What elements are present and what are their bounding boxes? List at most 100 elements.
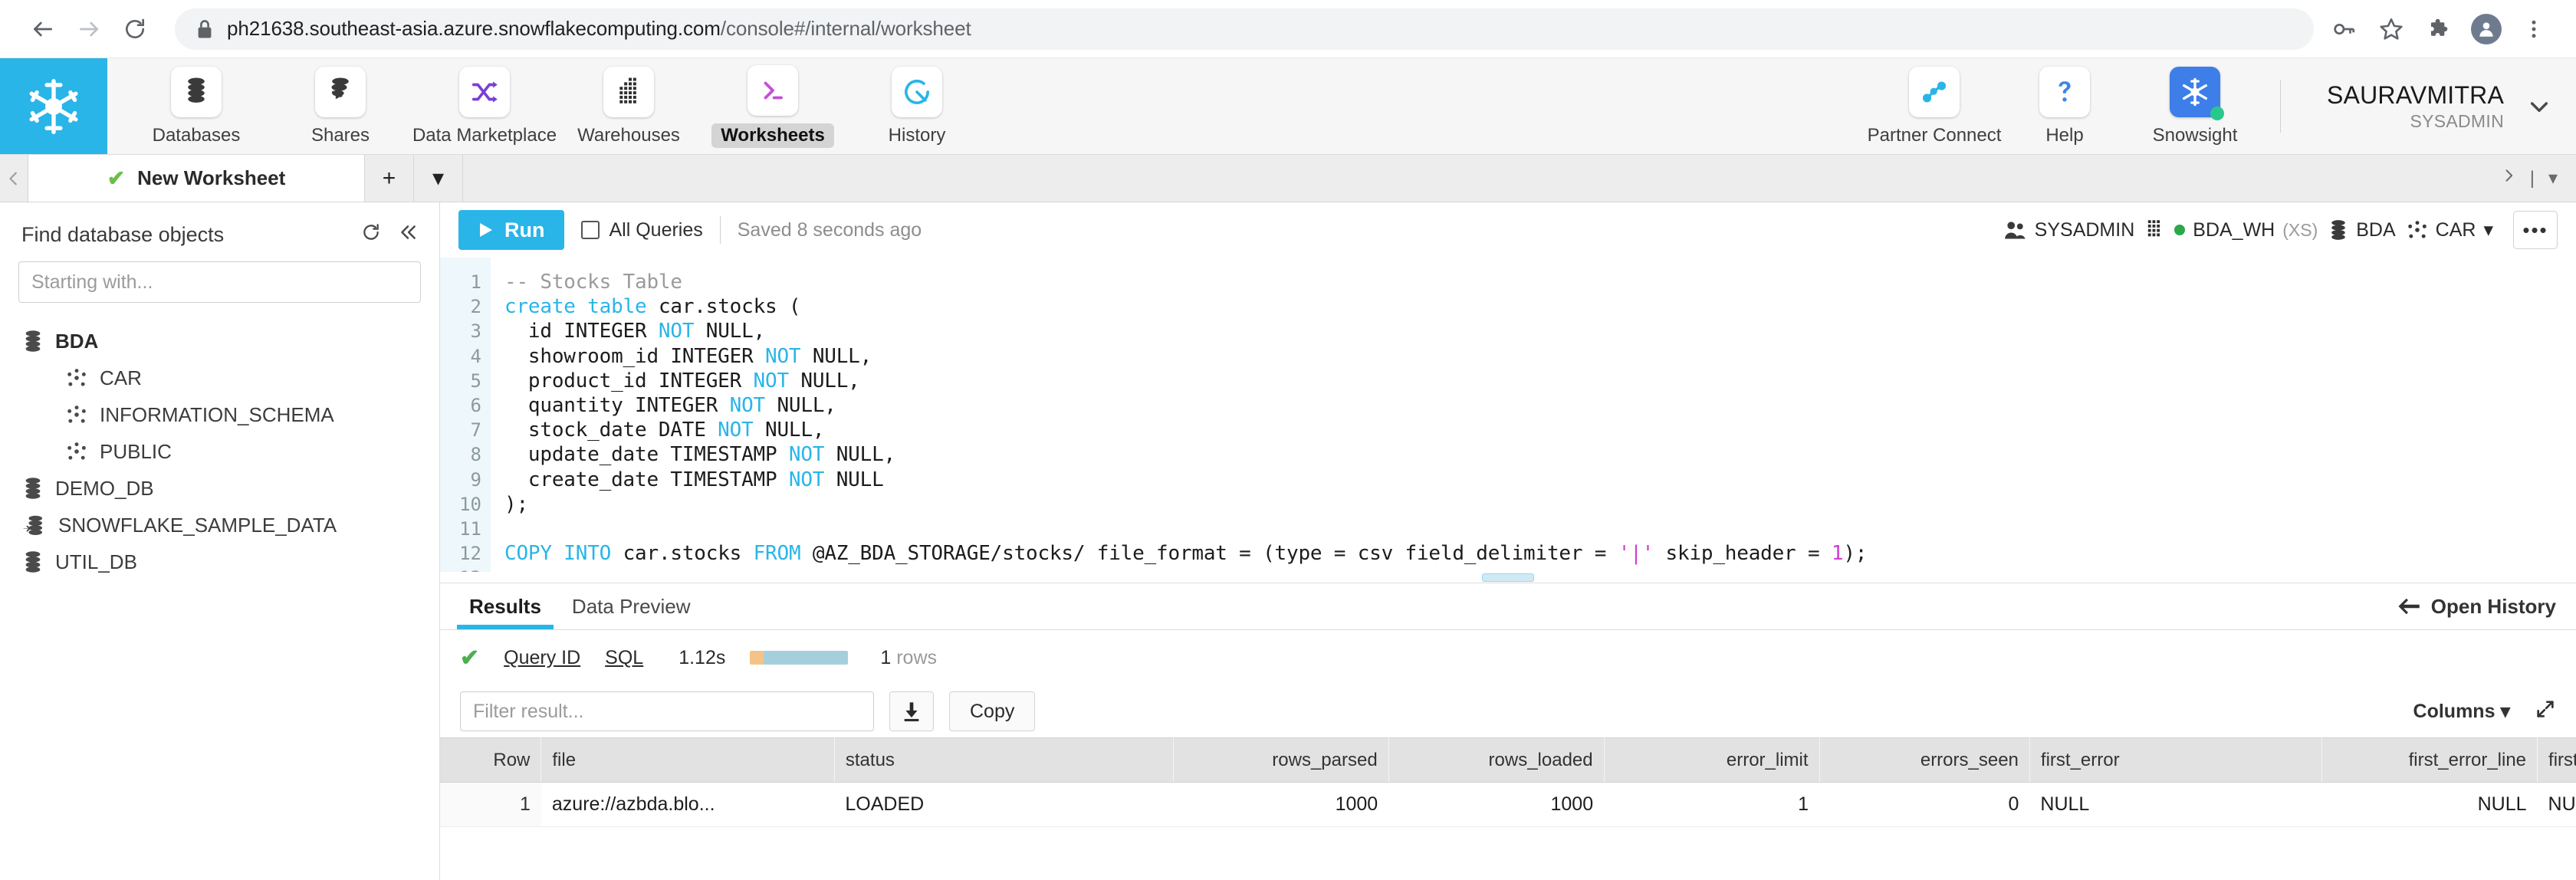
add-worksheet-button[interactable]: +	[365, 155, 414, 202]
editor-results-splitter[interactable]	[440, 572, 2576, 583]
role-selector[interactable]: SYSADMIN	[2004, 218, 2135, 241]
nav-item-history[interactable]: History	[845, 58, 989, 155]
warehouse-icon	[2148, 220, 2160, 237]
chrome-menu-button[interactable]	[2512, 7, 2556, 51]
forward-button[interactable]	[66, 6, 112, 52]
snowsight-icon	[2170, 66, 2225, 120]
nav-item-help[interactable]: Help	[1999, 58, 2130, 155]
cell-first-error-line: NULL	[2321, 782, 2538, 827]
reload-button[interactable]	[112, 6, 158, 52]
nav-item-snowsight[interactable]: Snowsight	[2130, 58, 2260, 155]
line-number: 9	[470, 468, 481, 491]
worksheet-tab-strip: ✔ New Worksheet + ▾ | ▾	[0, 155, 2576, 202]
open-history-button[interactable]: Open History	[2397, 595, 2556, 619]
line-number: 5	[470, 369, 481, 392]
tree-item-car[interactable]: CAR	[18, 360, 421, 396]
nav-item-data-marketplace[interactable]: Data Marketplace	[412, 58, 557, 155]
database-search-input[interactable]	[18, 261, 421, 303]
column-header-error-limit[interactable]: error_limit	[1604, 737, 1820, 783]
column-header-rows-parsed[interactable]: rows_parsed	[1173, 737, 1389, 783]
download-icon	[904, 702, 919, 721]
expand-results-button[interactable]	[2535, 698, 2556, 725]
browser-actions	[2321, 7, 2556, 51]
nav-label-worksheets: Worksheets	[711, 123, 834, 148]
tree-item-demo-db[interactable]: DEMO_DB	[18, 470, 421, 507]
column-header-first-error-line[interactable]: first_error_line	[2321, 737, 2538, 783]
column-header-errors-seen[interactable]: errors_seen	[1819, 737, 2030, 783]
profile-avatar-icon	[2471, 13, 2502, 44]
table-row[interactable]: 1 azure://azbda.blo... LOADED 1000 1000 1 0 NUL…	[440, 782, 2576, 827]
tree-item-information-schema[interactable]: INFORMATION_SCHEMA	[18, 396, 421, 433]
warehouse-size: (XS)	[2282, 219, 2318, 240]
play-icon	[480, 223, 492, 237]
nav-item-shares[interactable]: Shares	[268, 58, 412, 155]
tab-data-preview[interactable]: Data Preview	[557, 583, 706, 629]
nav-item-warehouses[interactable]: Warehouses	[557, 58, 701, 155]
role-value: SYSADMIN	[2034, 218, 2135, 241]
sidebar-header: Find database objects	[18, 218, 421, 248]
tab-strip-menu-button[interactable]: ▾	[2548, 167, 2558, 189]
tabs-scroll-left-button[interactable]	[0, 155, 28, 202]
back-button[interactable]	[20, 6, 66, 52]
sql-link[interactable]: SQL	[605, 647, 643, 669]
nav-item-partner-connect[interactable]: Partner Connect	[1868, 58, 2001, 155]
copy-results-button[interactable]: Copy	[949, 691, 1036, 731]
tree-item-util-db[interactable]: UTIL_DB	[18, 543, 421, 580]
schema-chevron-icon[interactable]: ▾	[2483, 218, 2493, 241]
table-header-row: Row file status rows_parsed rows_loaded error…	[440, 737, 2576, 783]
filter-result-input[interactable]	[460, 691, 874, 731]
forward-arrow-icon	[80, 21, 98, 36]
run-button-label: Run	[504, 218, 545, 241]
columns-dropdown-button[interactable]: Columns ▾	[2413, 700, 2510, 723]
run-button[interactable]: Run	[458, 210, 565, 250]
column-header-file[interactable]: file	[540, 737, 835, 783]
download-results-button[interactable]	[889, 691, 934, 731]
collapse-sidebar-button[interactable]	[398, 222, 418, 248]
all-queries-checkbox[interactable]	[581, 221, 600, 239]
code-line: id INTEGER NOT NULL,	[504, 320, 766, 343]
user-menu[interactable]: SAURAVMITRA SYSADMIN	[2301, 58, 2576, 154]
tree-item-bda[interactable]: BDA	[18, 323, 421, 360]
refresh-button[interactable]	[361, 222, 381, 248]
nav-label-shares: Shares	[310, 124, 370, 146]
worksheet-tab-dropdown-button[interactable]: ▾	[414, 155, 463, 202]
nav-item-databases[interactable]: Databases	[124, 58, 268, 155]
worksheet-more-options-button[interactable]: •••	[2513, 211, 2558, 249]
snowflake-logo[interactable]	[0, 58, 107, 154]
column-header-rows-loaded[interactable]: rows_loaded	[1388, 737, 1605, 783]
worksheet-tab-new-worksheet[interactable]: ✔ New Worksheet	[28, 155, 365, 202]
sidebar-header-actions	[361, 222, 418, 248]
tree-item-snowflake-sample-data[interactable]: SNOWFLAKE_SAMPLE_DATA	[18, 507, 421, 543]
shared-database-icon	[23, 515, 42, 535]
profile-button[interactable]	[2464, 7, 2509, 51]
all-queries-toggle[interactable]: All Queries	[581, 219, 703, 241]
query-id-link[interactable]: Query ID	[504, 647, 580, 669]
editor-code-lines[interactable]: -- Stocks Table create table car.stocks …	[491, 258, 2576, 572]
address-bar[interactable]: ph21638.southeast-asia.azure.snowflakeco…	[175, 8, 2314, 50]
cell-first-error-character: NULL	[2537, 782, 2576, 827]
column-header-first-error[interactable]: first_error	[2029, 737, 2323, 783]
tree-item-label: INFORMATION_SCHEMA	[100, 402, 334, 426]
schema-selector[interactable]: CAR ▾	[2407, 218, 2493, 241]
warehouse-running-indicator	[2174, 225, 2186, 235]
results-table-container[interactable]: Row file status rows_parsed rows_loaded error…	[440, 737, 2576, 880]
column-header-first-error-character[interactable]: first_error_character..	[2537, 737, 2576, 783]
tabs-scroll-right-button[interactable]	[2501, 166, 2516, 190]
password-key-button[interactable]	[2321, 7, 2366, 51]
column-header-status[interactable]: status	[834, 737, 1174, 783]
bookmark-button[interactable]	[2369, 7, 2413, 51]
column-header-row[interactable]: Row	[440, 737, 542, 783]
cell-rows-loaded: 1000	[1388, 782, 1605, 827]
results-view-controls: Columns ▾	[2413, 698, 2576, 725]
sql-editor[interactable]: 1 2 3 4 5 6 7 8 9 10 11 12 13 -- Stocks …	[440, 258, 2576, 572]
warehouse-selector[interactable]: BDA_WH (XS)	[2145, 219, 2318, 241]
nav-item-worksheets[interactable]: Worksheets	[701, 58, 845, 155]
context-selectors: SYSADMIN BDA_WH (XS) BDA CAR ▾ •••	[2004, 211, 2558, 249]
extensions-button[interactable]	[2417, 7, 2461, 51]
main-area: Find database objects Starting with... B…	[0, 202, 2576, 880]
code-line: quantity INTEGER NOT NULL,	[504, 394, 836, 418]
cell-status: LOADED	[834, 782, 1174, 827]
tab-results[interactable]: Results	[454, 583, 557, 629]
tree-item-public[interactable]: PUBLIC	[18, 433, 421, 470]
database-selector[interactable]: BDA	[2328, 219, 2396, 241]
